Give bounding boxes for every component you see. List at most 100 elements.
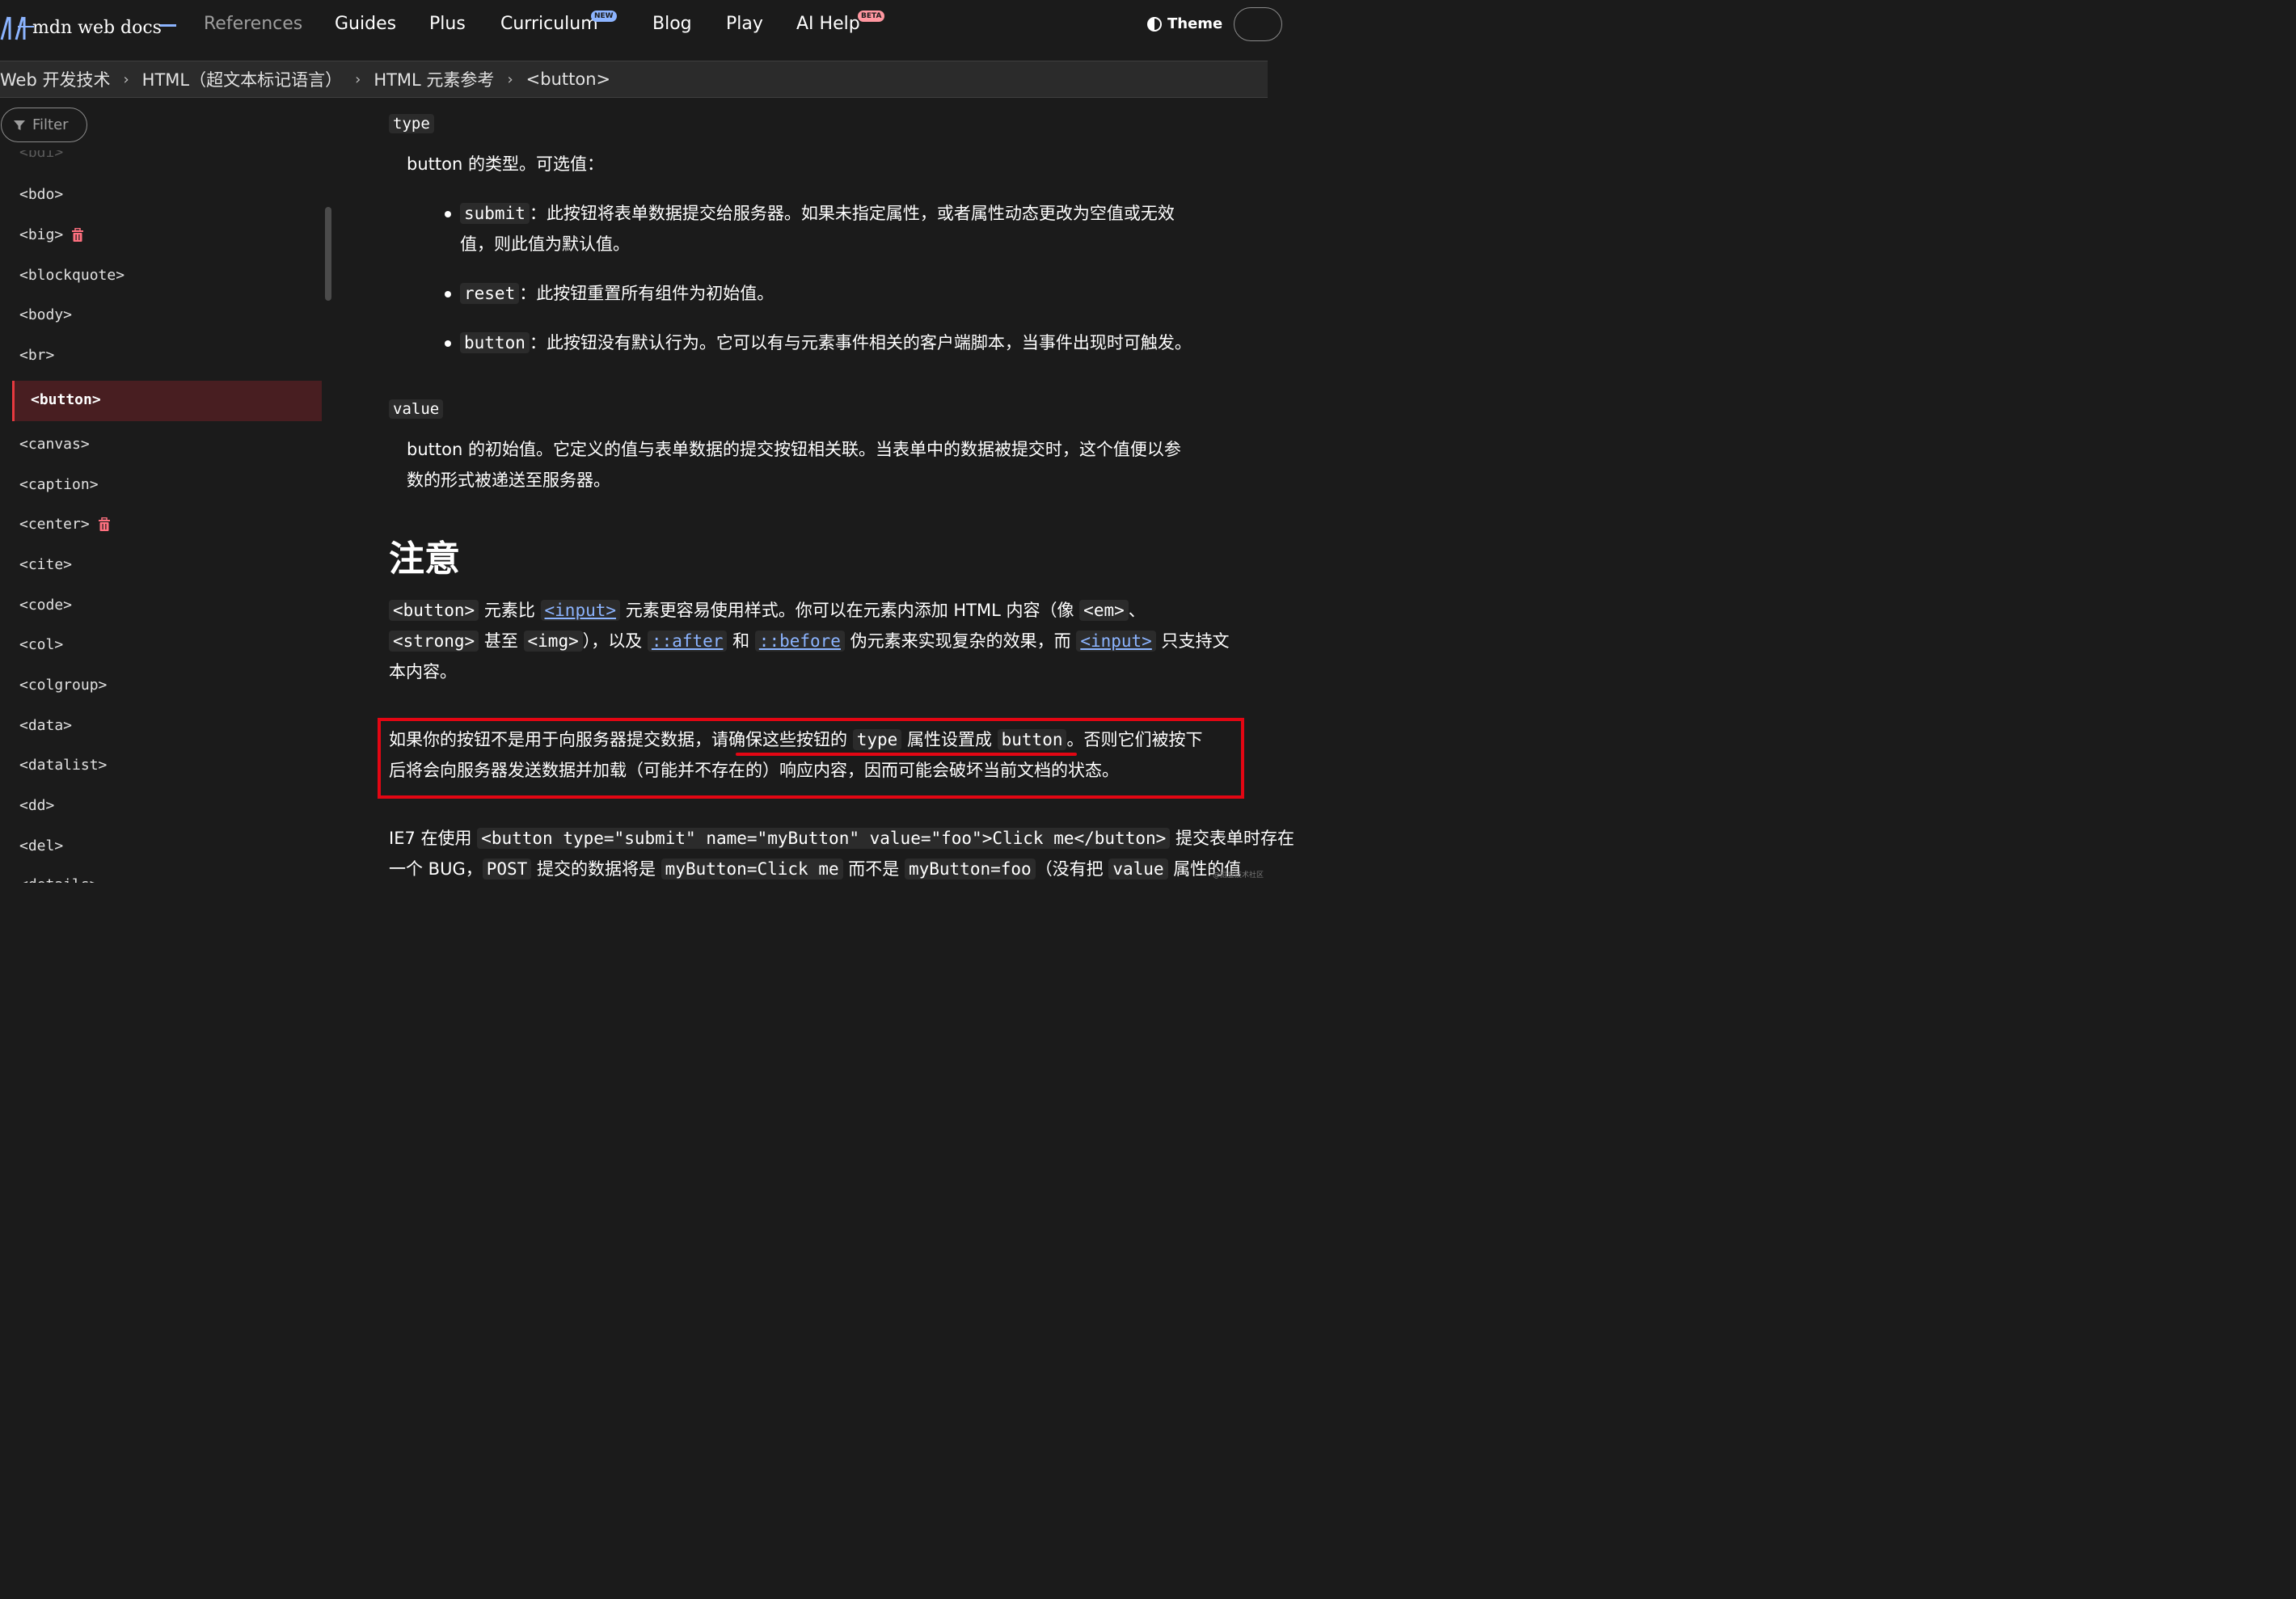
sidebar-item-body[interactable]: <body> — [19, 306, 72, 323]
inline-code: button — [997, 729, 1067, 750]
red-underline-annotation — [736, 753, 1077, 756]
button-code: button — [460, 332, 530, 353]
text: 属性设置成 — [901, 730, 998, 749]
sidebar-item-label: <button> — [31, 391, 101, 408]
attr-type-term: type — [389, 114, 434, 133]
sidebar-item-code[interactable]: <code> — [19, 597, 72, 614]
filter-icon — [14, 120, 25, 130]
reset-code: reset — [460, 283, 520, 304]
sidebar-item-cite[interactable]: <cite> — [19, 556, 72, 573]
chevron-right-icon: › — [507, 70, 513, 88]
nav-play[interactable]: Play — [726, 14, 763, 34]
breadcrumb: Web 开发技术 › HTML（超文本标记语言） › HTML 元素参考 › <… — [0, 61, 1268, 98]
text: 后将会向服务器发送数据并加载（可能并不存在的）响应内容，因而可能会破坏当前文档的… — [389, 761, 1119, 780]
text: 和 — [727, 631, 755, 651]
watermark: @掘金技术社区 — [1213, 871, 1264, 880]
sidebar-item-button-active[interactable]: <button> — [12, 381, 322, 421]
text: 甚至 — [479, 631, 524, 651]
breadcrumb-current[interactable]: <button> — [526, 70, 610, 89]
inline-code: <button> — [389, 600, 479, 621]
text: 如果你的按钮不是用于向服务器提交数据，请确保这些按钮的 — [389, 730, 853, 749]
value-desc-line2: 数的形式被递送至服务器。 — [407, 470, 610, 490]
chevron-right-icon: › — [123, 70, 129, 88]
button-text: ：此按钮没有默认行为。它可以有与元素事件相关的客户端脚本，当事件出现时可触发。 — [529, 333, 1192, 352]
nav-plus[interactable]: Plus — [429, 14, 466, 34]
sidebar-item-del[interactable]: <del> — [19, 837, 63, 854]
submit-code: submit — [460, 203, 530, 224]
sidebar-item-label: <center> — [19, 516, 90, 533]
sidebar-item-dd[interactable]: <dd> — [19, 797, 54, 814]
bullet — [445, 340, 451, 347]
sidebar-item-center[interactable]: <center> — [19, 516, 111, 533]
login-button[interactable] — [1234, 7, 1282, 41]
input-link[interactable]: <input> — [1076, 631, 1156, 652]
breadcrumb-item[interactable]: HTML 元素参考 — [374, 67, 494, 91]
top-nav: mdn web docs References Guides Plus Curr… — [0, 0, 1282, 61]
sidebar-item-bdo[interactable]: <bdo> — [19, 186, 63, 203]
text: 、 — [1128, 601, 1146, 620]
filter-button[interactable]: Filter — [1, 108, 87, 142]
inline-code: <strong> — [389, 631, 479, 652]
nav-guides[interactable]: Guides — [335, 14, 396, 34]
text: 只支持文 — [1155, 631, 1230, 651]
theme-button[interactable]: Theme — [1146, 15, 1222, 32]
text: 一个 BUG， — [389, 859, 483, 879]
chevron-right-icon: › — [355, 70, 361, 88]
sidebar-item-colgroup[interactable]: <colgroup> — [19, 677, 107, 694]
sidebar-item-canvas[interactable]: <canvas> — [19, 436, 90, 453]
submit-text-cont: 值，则此值为默认值。 — [460, 234, 630, 254]
deprecated-trash-icon — [72, 227, 84, 242]
nav-blog[interactable]: Blog — [652, 14, 692, 34]
sidebar-item-col[interactable]: <col> — [19, 636, 63, 653]
sidebar-item-datalist[interactable]: <datalist> — [19, 757, 107, 774]
input-link[interactable]: <input> — [540, 600, 621, 621]
sidebar-list: <bdi> <bdo> <big> <blockquote> <body> <b… — [0, 150, 331, 883]
text: 。否则它们被按下 — [1066, 730, 1203, 749]
reset-item: reset ：此按钮重置所有组件为初始值。 — [460, 278, 774, 309]
inline-code: <em> — [1079, 600, 1129, 621]
inline-code: type — [852, 729, 902, 750]
nav-curriculum[interactable]: Curriculum — [500, 14, 598, 34]
notes-paragraph-3: IE7 在使用 <button type="submit" name="myBu… — [389, 823, 1294, 884]
sidebar-item-caption[interactable]: <caption> — [19, 476, 99, 493]
sidebar-item-big[interactable]: <big> — [19, 226, 84, 243]
text: 伪元素来实现复杂的效果，而 — [844, 631, 1077, 651]
sidebar-item-bdi[interactable]: <bdi> — [19, 150, 63, 161]
new-badge: NEW — [591, 11, 617, 22]
reset-text: ：此按钮重置所有组件为初始值。 — [519, 284, 774, 303]
text: 提交表单时存在 — [1170, 829, 1294, 848]
text: ），以及 — [582, 631, 648, 651]
inline-code: value — [1108, 859, 1168, 880]
sidebar-scrollbar[interactable] — [325, 207, 331, 301]
inline-code: <button type="submit" name="myButton" va… — [477, 828, 1171, 849]
sidebar-item-details[interactable]: <details> — [19, 876, 99, 883]
button-item: button ：此按钮没有默认行为。它可以有与元素事件相关的客户端脚本，当事件出现… — [460, 327, 1192, 358]
attr-value-term: value — [389, 399, 444, 419]
sidebar-item-br[interactable]: <br> — [19, 347, 54, 364]
value-desc-line1: button 的初始值。它定义的值与表单数据的提交按钮相关联。当表单中的数据被提… — [407, 440, 1181, 459]
before-link[interactable]: ::before — [754, 631, 845, 652]
sidebar-item-blockquote[interactable]: <blockquote> — [19, 267, 125, 284]
login-button-accent — [18, 26, 34, 27]
submit-text: ：此按钮将表单数据提交给服务器。如果未指定属性，或者属性动态更改为空值或无效 — [529, 204, 1175, 223]
beta-badge: BETA — [858, 11, 885, 22]
logo-cursor — [160, 24, 176, 27]
text: 元素比 — [479, 601, 541, 620]
after-link[interactable]: ::after — [647, 631, 728, 652]
inline-code: myButton=foo — [904, 859, 1036, 880]
nav-ai-help[interactable]: AI Help — [796, 14, 860, 34]
mdn-logo-icon — [0, 16, 26, 40]
logo-text: mdn web docs — [32, 17, 162, 38]
notes-paragraph-1: <button> 元素比 <input> 元素更容易使用样式。你可以在元素内添加… — [389, 595, 1230, 687]
inline-code: POST — [482, 859, 532, 880]
text: （没有把 — [1035, 859, 1109, 879]
mdn-logo[interactable]: mdn web docs — [0, 11, 162, 44]
breadcrumb-item[interactable]: HTML（超文本标记语言） — [142, 67, 342, 91]
submit-item: submit ：此按钮将表单数据提交给服务器。如果未指定属性，或者属性动态更改为空… — [460, 198, 1212, 259]
nav-references[interactable]: References — [204, 14, 302, 34]
theme-label: Theme — [1167, 15, 1223, 32]
value-description: button 的初始值。它定义的值与表单数据的提交按钮相关联。当表单中的数据被提… — [407, 434, 1231, 496]
inline-code: <img> — [523, 631, 583, 652]
breadcrumb-item[interactable]: Web 开发技术 — [0, 67, 110, 91]
sidebar-item-data[interactable]: <data> — [19, 717, 72, 734]
